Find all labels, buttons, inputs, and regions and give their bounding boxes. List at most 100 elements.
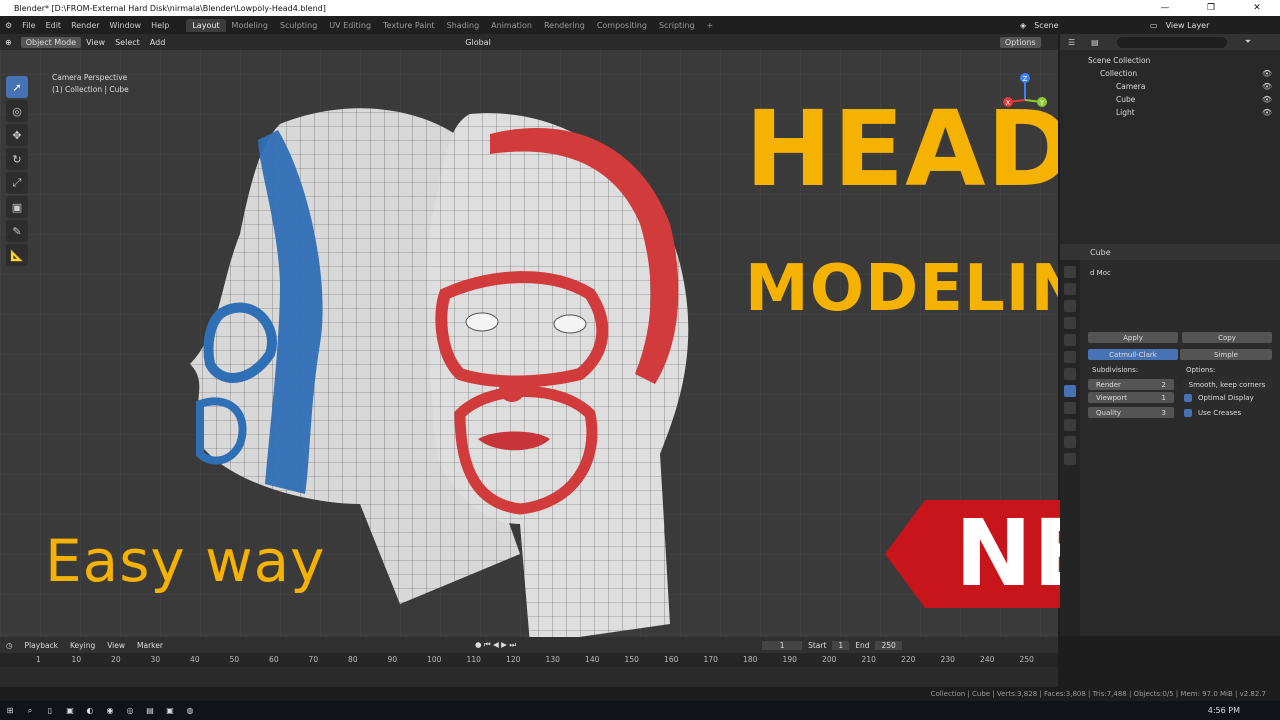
edge-icon[interactable]: ◐ — [80, 706, 100, 715]
window-title: Blender* [D:\FROM-External Hard Disk\nir… — [14, 3, 326, 13]
outliner-item-cube[interactable]: Cube 👁 — [1060, 93, 1280, 106]
tab-modeling[interactable]: Modeling — [226, 19, 274, 32]
blender-icon[interactable]: ◍ — [180, 706, 200, 715]
render-tab-icon[interactable] — [1064, 283, 1076, 295]
close-button[interactable]: ✕ — [1234, 3, 1280, 13]
tab-layout[interactable]: Layout — [186, 18, 226, 32]
premiere-icon[interactable]: ▣ — [60, 706, 80, 715]
transform-tool-icon[interactable]: ▣ — [6, 196, 28, 218]
add-menu[interactable]: Add — [145, 37, 171, 48]
search-icon[interactable]: ⌕ — [20, 706, 40, 716]
tool-tab-icon[interactable] — [1064, 266, 1076, 278]
explorer-icon[interactable]: ▤ — [140, 706, 160, 715]
transform-orientation[interactable]: Global — [460, 37, 496, 48]
outliner-search-input[interactable] — [1116, 36, 1227, 48]
editor-type-icon[interactable]: ⊕ — [0, 37, 17, 48]
view-layer-icon: ▭ — [1150, 20, 1158, 30]
measure-tool-icon[interactable]: 📐 — [6, 244, 28, 266]
apply-button[interactable]: Apply — [1088, 332, 1178, 343]
eye-icon[interactable]: 👁 — [1262, 95, 1272, 104]
frame-ruler[interactable]: 1 10 20 30 40 50 60 70 80 90 100 110 120 130 140 150 160… — [0, 653, 1058, 667]
scene-icon: ◈ — [1020, 20, 1027, 30]
tab-uv-editing[interactable]: UV Editing — [323, 19, 377, 32]
cursor-tool-icon[interactable]: ◎ — [6, 100, 28, 122]
annotate-tool-icon[interactable]: ✎ — [6, 220, 28, 242]
physics-tab-icon[interactable] — [1064, 419, 1076, 431]
chrome-icon[interactable]: ◎ — [120, 706, 140, 715]
tab-rendering[interactable]: Rendering — [538, 19, 591, 32]
select-box-tool-icon[interactable]: ➚ — [6, 76, 28, 98]
view-layer-selector[interactable]: ▭ View Layer — [1150, 16, 1209, 34]
task-view-icon[interactable]: ▯ — [40, 706, 60, 715]
viewport-levels-field[interactable]: Viewport 1 — [1088, 392, 1174, 403]
menu-render[interactable]: Render — [66, 21, 104, 30]
maximize-button[interactable]: ❐ — [1188, 3, 1234, 13]
tab-sculpting[interactable]: Sculpting — [274, 19, 323, 32]
frame-tick: 170 — [703, 655, 718, 664]
rotate-tool-icon[interactable]: ↻ — [6, 148, 28, 170]
playback-controls-icon[interactable]: ● ⏮ ◀ ▶ ⏭ — [469, 640, 522, 650]
add-workspace-button[interactable]: + — [701, 19, 720, 32]
optimal-display-checkbox[interactable] — [1184, 394, 1192, 402]
menu-help[interactable]: Help — [146, 21, 174, 30]
eye-icon[interactable]: 👁 — [1262, 82, 1272, 91]
move-tool-icon[interactable]: ✥ — [6, 124, 28, 146]
frame-tick: 180 — [743, 655, 758, 664]
tab-texture-paint[interactable]: Texture Paint — [377, 19, 441, 32]
copy-button[interactable]: Copy — [1182, 332, 1272, 343]
playback-menu[interactable]: Playback — [19, 641, 64, 650]
data-tab-icon[interactable] — [1064, 453, 1076, 465]
menu-file[interactable]: File — [17, 21, 40, 30]
minimize-button[interactable]: — — [1142, 3, 1188, 13]
outliner-collection[interactable]: Collection 👁 — [1060, 67, 1280, 80]
tab-compositing[interactable]: Compositing — [591, 19, 653, 32]
menu-window[interactable]: Window — [105, 21, 147, 30]
catmull-clark-button[interactable]: Catmull-Clark — [1088, 349, 1178, 360]
use-creases-checkbox[interactable] — [1184, 409, 1192, 417]
timeline-editor-icon[interactable]: ◷ — [0, 641, 19, 650]
quality-field[interactable]: Quality 3 — [1088, 407, 1174, 418]
windows-start-icon[interactable]: ⊞ — [0, 706, 20, 715]
outliner-item-light[interactable]: Light 👁 — [1060, 106, 1280, 119]
scene-selector[interactable]: ◈ Scene — [1020, 16, 1059, 34]
constraints-tab-icon[interactable] — [1064, 436, 1076, 448]
menu-edit[interactable]: Edit — [41, 21, 67, 30]
simple-button[interactable]: Simple — [1180, 349, 1272, 360]
view-layer-tab-icon[interactable] — [1064, 317, 1076, 329]
timeline-view-menu[interactable]: View — [101, 641, 131, 650]
render-levels-field[interactable]: Render 2 — [1088, 379, 1174, 390]
blender-logo-icon[interactable]: ⚙ — [0, 21, 17, 30]
scale-tool-icon[interactable]: ⤢ — [6, 172, 28, 194]
end-frame-field[interactable]: 250 — [875, 640, 902, 650]
tab-scripting[interactable]: Scripting — [653, 19, 701, 32]
options-menu[interactable]: Options — [999, 36, 1041, 48]
thumbnail-modeling-text: MODELING — [745, 252, 1058, 326]
world-tab-icon[interactable] — [1064, 351, 1076, 363]
outliner-scene-collection[interactable]: Scene Collection — [1060, 54, 1280, 67]
select-menu[interactable]: Select — [110, 37, 145, 48]
eye-icon[interactable]: 👁 — [1262, 108, 1272, 117]
start-frame-field[interactable]: 1 — [832, 640, 850, 650]
display-mode-icon[interactable]: ▤ — [1083, 38, 1107, 47]
object-tab-icon[interactable] — [1064, 368, 1076, 380]
tab-shading[interactable]: Shading — [441, 19, 486, 32]
scene-tab-icon[interactable] — [1064, 334, 1076, 346]
modifier-tab-icon[interactable] — [1064, 385, 1076, 397]
output-tab-icon[interactable] — [1064, 300, 1076, 312]
keying-menu[interactable]: Keying — [64, 641, 101, 650]
view-menu[interactable]: View — [81, 37, 110, 48]
scene-statistics: Collection | Cube | Verts:3,828 | Faces:… — [930, 690, 1266, 698]
marker-menu[interactable]: Marker — [131, 641, 169, 650]
tab-animation[interactable]: Animation — [485, 19, 538, 32]
current-frame-field[interactable]: 1 — [762, 640, 803, 650]
mode-select[interactable]: Object Mode — [20, 36, 82, 48]
smooth-select[interactable]: Smooth, keep corners — [1182, 379, 1272, 390]
filter-icon[interactable]: ⏷ — [1245, 37, 1251, 47]
eye-icon[interactable]: 👁 — [1262, 69, 1272, 78]
blender-window: Blender* [D:\FROM-External Hard Disk\nir… — [0, 0, 1280, 720]
outliner-menu-icon[interactable]: ☰ — [1060, 38, 1083, 47]
firefox-icon[interactable]: ◉ — [100, 706, 120, 715]
outliner-item-camera[interactable]: Camera 👁 — [1060, 80, 1280, 93]
particles-tab-icon[interactable] — [1064, 402, 1076, 414]
photoshop-icon[interactable]: ▣ — [160, 706, 180, 715]
